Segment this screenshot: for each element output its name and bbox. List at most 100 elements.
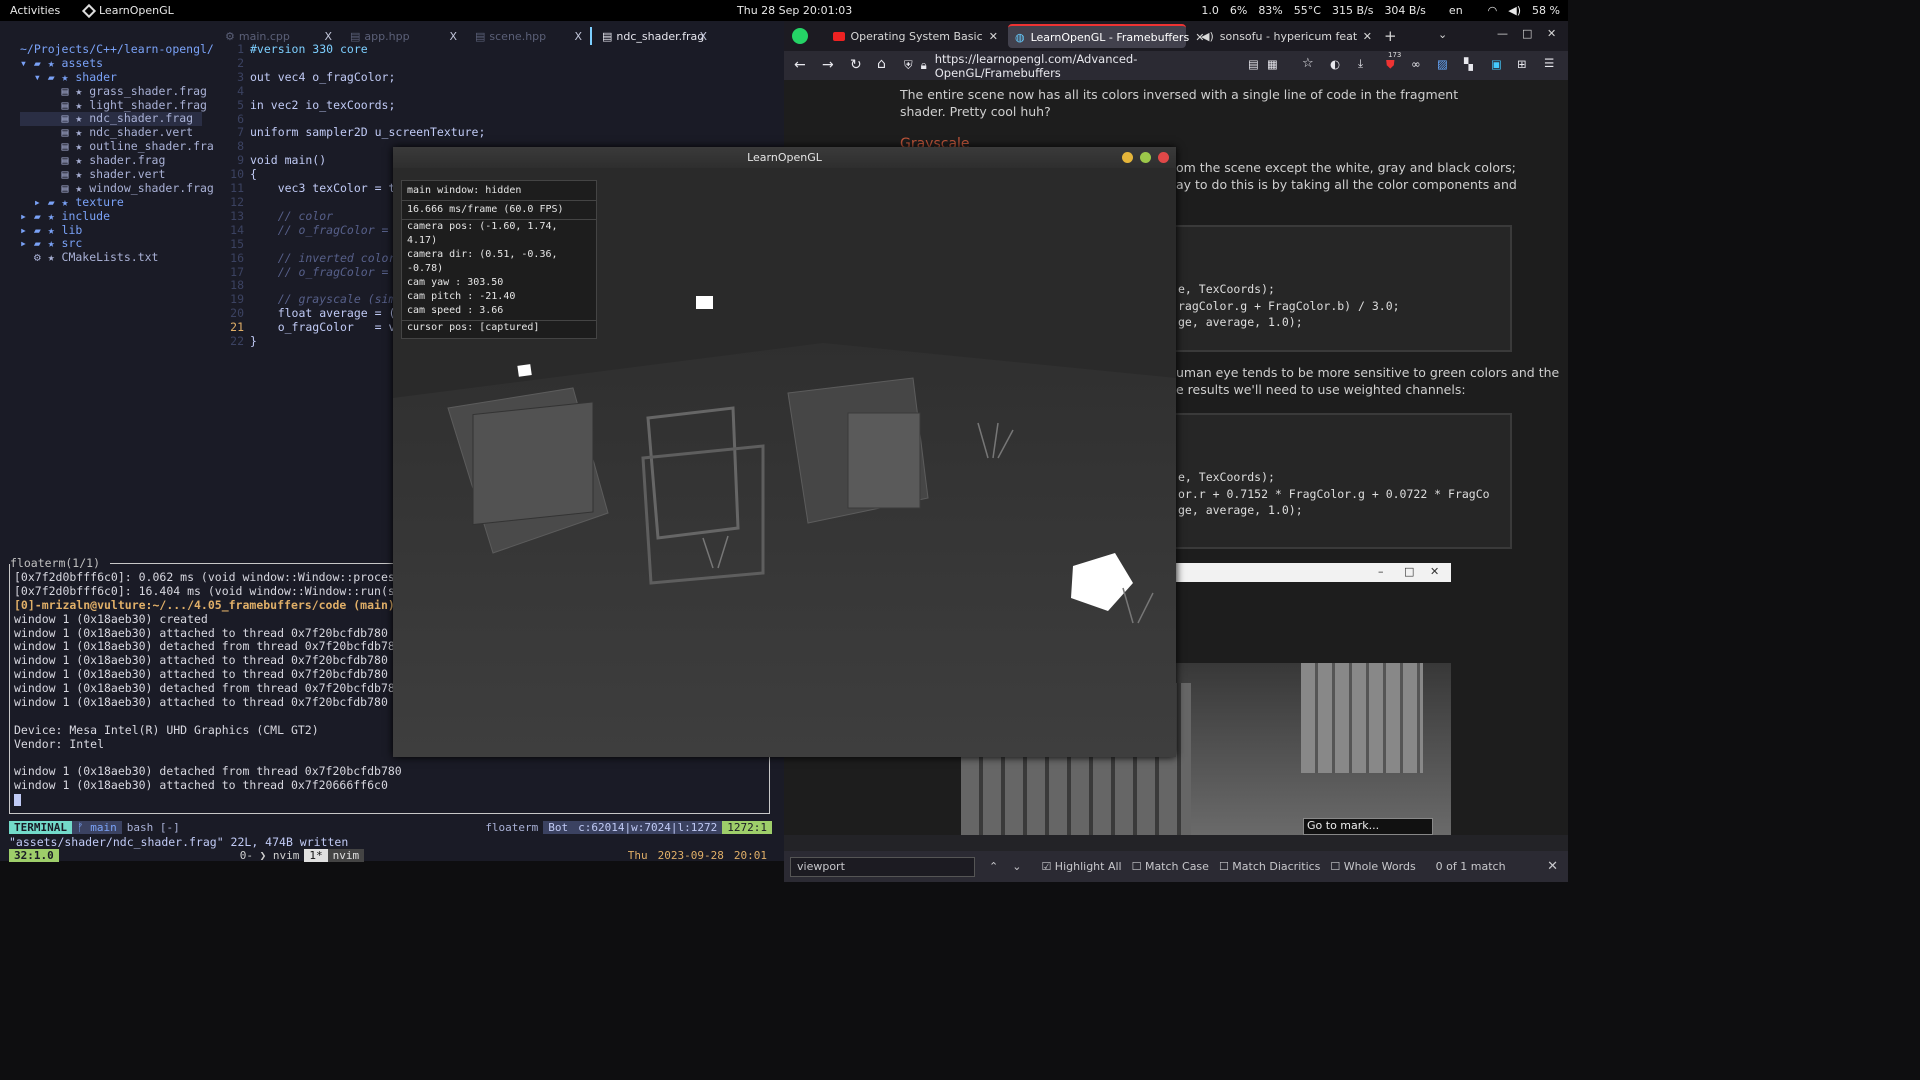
reload-icon[interactable]: ↻ [850, 57, 862, 73]
tab-list-icon[interactable]: ⌄ [1438, 28, 1447, 41]
minimize-icon[interactable]: – [1378, 565, 1384, 578]
code-line: ge, average, 1.0); [1178, 503, 1303, 517]
system-stats[interactable]: 1.0 6% 83% 55°C 315 B/s 304 B/s en ◠ ◀) … [1201, 4, 1560, 17]
learnopengl-window[interactable]: LearnOpenGL main window: hidden 16.666 m… [393, 147, 1176, 757]
tree-item[interactable]: ▾ ▰ ★ assets [20, 56, 214, 71]
tree-item[interactable]: ▤ ★ ndc_shader.frag [20, 112, 202, 127]
gl-titlebar[interactable]: LearnOpenGL [393, 147, 1176, 168]
close-icon[interactable]: ✕ [989, 30, 998, 43]
close-icon[interactable]: X [574, 30, 582, 43]
save-icon[interactable]: ▣ [1491, 57, 1502, 71]
ublock-icon[interactable]: ⛊ [1386, 57, 1395, 72]
terminal-output[interactable]: [0x7f2d0bfff6c0]: 0.062 ms (void window:… [14, 570, 416, 807]
close-icon[interactable]: ✕ [1363, 30, 1372, 43]
find-prev-icon[interactable]: ⌃ [989, 860, 998, 873]
focused-app-indicator[interactable]: LearnOpenGL [81, 3, 174, 18]
tree-item[interactable]: ▤ ★ shader.frag [20, 153, 214, 168]
bookmark-icon[interactable]: ☆ [1302, 56, 1314, 71]
close-icon[interactable]: X [324, 30, 332, 43]
activities-button[interactable]: Activities [10, 4, 60, 17]
tree-item[interactable]: ⚙ ★ CMakeLists.txt [20, 250, 214, 265]
maximize-icon[interactable]: □ [1404, 565, 1414, 578]
close-icon[interactable]: ✕ [1430, 565, 1439, 578]
terminal-line: Vendor: Intel [14, 736, 105, 751]
tree-item[interactable]: ▤ ★ ndc_shader.vert [20, 125, 214, 140]
code-block-average[interactable]: e, TexCoords); ragColor.g + FragColor.b)… [1164, 225, 1512, 352]
tree-item[interactable]: ▸ ▰ ★ include [20, 209, 214, 224]
terminal-line: window 1 (0x18aeb30) detached from threa… [14, 681, 402, 696]
code-text: } [250, 334, 257, 349]
extension-icon[interactable]: ◐ [1330, 57, 1340, 71]
menu-icon[interactable]: ☰ [1544, 56, 1554, 70]
system-top-bar: Activities LearnOpenGL Thu 28 Sep 20:01:… [0, 0, 1568, 21]
tree-item[interactable]: ▤ ★ outline_shader.fra [20, 139, 214, 154]
code-text: // color [250, 208, 334, 223]
download-icon[interactable]: ⤓ [1358, 56, 1363, 71]
tree-item[interactable]: ▸ ▰ ★ src [20, 237, 214, 251]
tmux-date: 2023-09-28 [657, 848, 724, 862]
puzzle-icon[interactable]: ⊞ [1517, 57, 1527, 71]
tree-item[interactable]: ▤ ★ window_shader.frag [20, 181, 214, 196]
line-number: 18 [230, 278, 244, 293]
line-number: 12 [230, 194, 244, 209]
line-number: 16 [230, 250, 244, 265]
tree-item[interactable]: ▸ ▰ ★ texture [20, 195, 214, 210]
tab-ndc-shader-frag[interactable]: ▤ ndc_shader.frag X [590, 27, 715, 45]
gl-window-title: LearnOpenGL [747, 151, 822, 164]
app-name: LearnOpenGL [99, 4, 174, 17]
lock-icon[interactable]: 🔒︎ [921, 58, 927, 73]
wifi-icon[interactable]: ◠ [1488, 4, 1498, 17]
close-icon[interactable]: X [449, 30, 457, 43]
home-icon[interactable]: ⌂ [877, 56, 886, 72]
minimize-icon[interactable] [1122, 152, 1133, 163]
scroll-pos: Bot [543, 821, 574, 834]
maximize-icon[interactable]: □ [1522, 27, 1532, 40]
whole-words-checkbox[interactable]: ☐ Whole Words [1330, 860, 1415, 873]
url-bar[interactable]: ⛨ 🔒︎ https://learnopengl.com/Advanced-Op… [898, 52, 1258, 80]
back-icon[interactable]: ← [794, 57, 806, 73]
tab-sonsofu[interactable]: ◀) sonsofu - hypericum feat. pia ✕ [1194, 24, 1372, 48]
goto-mark-box[interactable]: Go to mark... [1303, 818, 1433, 835]
tmux-window-name[interactable]: nvim [327, 848, 365, 862]
tree-item[interactable]: ▾ ▰ ★ shader [20, 70, 214, 85]
overlay-cam-speed: cam speed : 3.66 [402, 304, 596, 321]
find-next-icon[interactable]: ⌄ [1012, 860, 1021, 873]
code-block-weighted[interactable]: e, TexCoords); or.r + 0.7152 * FragColor… [1164, 413, 1512, 549]
clock[interactable]: Thu 28 Sep 20:01:03 [737, 4, 852, 17]
tree-root[interactable]: ~/Projects/C++/learn-opengl/ [20, 42, 214, 57]
tree-item[interactable]: ▤ ★ shader.vert [20, 167, 214, 182]
volume-icon[interactable]: ◀) [1508, 4, 1521, 17]
close-find-icon[interactable]: ✕ [1547, 859, 1558, 874]
match-case-checkbox[interactable]: ☐ Match Case [1132, 860, 1209, 873]
keyboard-layout[interactable]: en [1449, 4, 1463, 17]
tree-item[interactable]: ▤ ★ grass_shader.frag [20, 84, 214, 99]
new-tab-icon[interactable]: + [1384, 27, 1397, 45]
tmux-window-0[interactable]: 0- ❯ nvim [235, 849, 305, 862]
tmux-session[interactable]: 32:1.0 [9, 848, 59, 862]
highlight-all-checkbox[interactable]: ☑ Highlight All [1041, 860, 1121, 873]
close-icon[interactable] [1158, 152, 1169, 163]
forward-icon[interactable]: → [822, 57, 834, 73]
battery-level[interactable]: 58 % [1532, 4, 1560, 17]
tab-learnopengl[interactable]: ◍ LearnOpenGL - Framebuffers ✕ [1008, 24, 1204, 48]
minimize-icon[interactable]: — [1497, 27, 1508, 40]
close-icon[interactable]: X [699, 30, 707, 43]
whatsapp-icon[interactable] [792, 28, 808, 44]
tab-os-basics[interactable]: Operating System Basics - Yo ✕ [826, 24, 998, 48]
qr-icon[interactable]: ▦ [1267, 57, 1278, 71]
tmux-window-1[interactable]: 1* [304, 848, 328, 862]
translate-icon[interactable]: ▨ [1437, 57, 1448, 71]
close-window-icon[interactable]: ✕ [1547, 27, 1556, 40]
maximize-icon[interactable] [1140, 152, 1151, 163]
terminal-line: window 1 (0x18aeb30) attached to thread … [14, 667, 388, 682]
tree-item[interactable]: ▤ ★ light_shader.frag [20, 98, 214, 113]
grid-icon[interactable]: ▚ [1464, 57, 1473, 71]
mask-icon[interactable]: ∞ [1411, 57, 1421, 71]
find-input[interactable]: viewport [790, 856, 975, 877]
tree-item[interactable]: ▸ ▰ ★ lib [20, 223, 214, 238]
code-line: 3 out vec4 o_fragColor; [222, 70, 485, 85]
reader-icon[interactable]: ▤ [1248, 57, 1259, 71]
shield-icon[interactable]: ⛨ [904, 58, 913, 73]
match-diacritics-checkbox[interactable]: ☐ Match Diacritics [1219, 860, 1320, 873]
